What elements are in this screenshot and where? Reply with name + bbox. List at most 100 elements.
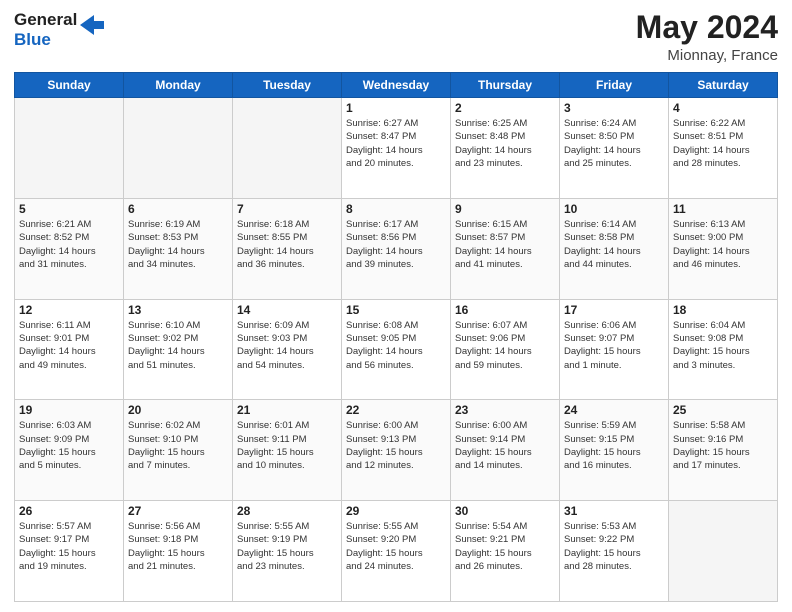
table-row: 5 Sunrise: 6:21 AMSunset: 8:52 PMDaylight… — [15, 198, 124, 299]
day-number: 8 — [346, 202, 446, 216]
col-sunday: Sunday — [15, 73, 124, 98]
calendar-week-row: 5 Sunrise: 6:21 AMSunset: 8:52 PMDaylight… — [15, 198, 778, 299]
table-row: 12 Sunrise: 6:11 AMSunset: 9:01 PMDayligh… — [15, 299, 124, 400]
table-row: 18 Sunrise: 6:04 AMSunset: 9:08 PMDayligh… — [669, 299, 778, 400]
day-number: 28 — [237, 504, 337, 518]
day-info: Sunrise: 5:55 AMSunset: 9:20 PMDaylight:… — [346, 520, 446, 573]
calendar-week-row: 26 Sunrise: 5:57 AMSunset: 9:17 PMDayligh… — [15, 501, 778, 602]
table-row: 1Sunrise: 6:27 AMSunset: 8:47 PMDaylight… — [342, 98, 451, 199]
day-number: 29 — [346, 504, 446, 518]
day-number: 15 — [346, 303, 446, 317]
day-number: 9 — [455, 202, 555, 216]
main-title: May 2024 — [636, 10, 778, 45]
logo-blue: Blue — [14, 30, 77, 50]
table-row: 3 Sunrise: 6:24 AMSunset: 8:50 PMDaylight… — [560, 98, 669, 199]
day-number: 16 — [455, 303, 555, 317]
header: General Blue May 2024 Mionnay, France — [14, 10, 778, 64]
day-number: 30 — [455, 504, 555, 518]
table-row: 9 Sunrise: 6:15 AMSunset: 8:57 PMDaylight… — [451, 198, 560, 299]
day-info: Sunrise: 6:13 AMSunset: 9:00 PMDaylight:… — [673, 218, 773, 271]
day-number: 17 — [564, 303, 664, 317]
day-info: Sunrise: 6:15 AMSunset: 8:57 PMDaylight:… — [455, 218, 555, 271]
day-number: 21 — [237, 403, 337, 417]
table-row: 28 Sunrise: 5:55 AMSunset: 9:19 PMDayligh… — [233, 501, 342, 602]
table-row — [669, 501, 778, 602]
table-row: 8 Sunrise: 6:17 AMSunset: 8:56 PMDaylight… — [342, 198, 451, 299]
day-info: Sunrise: 6:18 AMSunset: 8:55 PMDaylight:… — [237, 218, 337, 271]
day-number: 3 — [564, 101, 664, 115]
table-row: 14 Sunrise: 6:09 AMSunset: 9:03 PMDayligh… — [233, 299, 342, 400]
day-info: Sunrise: 6:17 AMSunset: 8:56 PMDaylight:… — [346, 218, 446, 271]
day-number: 13 — [128, 303, 228, 317]
table-row: 26 Sunrise: 5:57 AMSunset: 9:17 PMDayligh… — [15, 501, 124, 602]
col-wednesday: Wednesday — [342, 73, 451, 98]
table-row: 7Sunrise: 6:18 AMSunset: 8:55 PMDaylight… — [233, 198, 342, 299]
page: General Blue May 2024 Mionnay, France Su… — [0, 0, 792, 612]
table-row — [124, 98, 233, 199]
table-row: 2 Sunrise: 6:25 AMSunset: 8:48 PMDaylight… — [451, 98, 560, 199]
day-info: Sunrise: 6:11 AMSunset: 9:01 PMDaylight:… — [19, 319, 119, 372]
col-monday: Monday — [124, 73, 233, 98]
table-row: 31 Sunrise: 5:53 AMSunset: 9:22 PMDayligh… — [560, 501, 669, 602]
day-number: 11 — [673, 202, 773, 216]
day-info: Sunrise: 5:54 AMSunset: 9:21 PMDaylight:… — [455, 520, 555, 573]
table-row: 17 Sunrise: 6:06 AMSunset: 9:07 PMDayligh… — [560, 299, 669, 400]
day-number: 26 — [19, 504, 119, 518]
calendar-week-row: 1Sunrise: 6:27 AMSunset: 8:47 PMDaylight… — [15, 98, 778, 199]
col-saturday: Saturday — [669, 73, 778, 98]
day-number: 22 — [346, 403, 446, 417]
col-friday: Friday — [560, 73, 669, 98]
table-row: 11 Sunrise: 6:13 AMSunset: 9:00 PMDayligh… — [669, 198, 778, 299]
day-info: Sunrise: 6:00 AMSunset: 9:14 PMDaylight:… — [455, 419, 555, 472]
day-number: 24 — [564, 403, 664, 417]
table-row: 10 Sunrise: 6:14 AMSunset: 8:58 PMDayligh… — [560, 198, 669, 299]
day-number: 20 — [128, 403, 228, 417]
day-info: Sunrise: 5:53 AMSunset: 9:22 PMDaylight:… — [564, 520, 664, 573]
table-row: 30 Sunrise: 5:54 AMSunset: 9:21 PMDayligh… — [451, 501, 560, 602]
day-number: 18 — [673, 303, 773, 317]
day-info: Sunrise: 6:09 AMSunset: 9:03 PMDaylight:… — [237, 319, 337, 372]
day-info: Sunrise: 6:19 AMSunset: 8:53 PMDaylight:… — [128, 218, 228, 271]
calendar-week-row: 19Sunrise: 6:03 AMSunset: 9:09 PMDayligh… — [15, 400, 778, 501]
day-info: Sunrise: 5:55 AMSunset: 9:19 PMDaylight:… — [237, 520, 337, 573]
day-number: 31 — [564, 504, 664, 518]
day-info: Sunrise: 6:00 AMSunset: 9:13 PMDaylight:… — [346, 419, 446, 472]
day-info: Sunrise: 6:03 AMSunset: 9:09 PMDaylight:… — [19, 419, 119, 472]
day-info: Sunrise: 6:21 AMSunset: 8:52 PMDaylight:… — [19, 218, 119, 271]
day-info: Sunrise: 6:07 AMSunset: 9:06 PMDaylight:… — [455, 319, 555, 372]
day-number: 27 — [128, 504, 228, 518]
table-row: 6 Sunrise: 6:19 AMSunset: 8:53 PMDaylight… — [124, 198, 233, 299]
table-row: 15 Sunrise: 6:08 AMSunset: 9:05 PMDayligh… — [342, 299, 451, 400]
day-info: Sunrise: 6:06 AMSunset: 9:07 PMDaylight:… — [564, 319, 664, 372]
day-info: Sunrise: 6:22 AMSunset: 8:51 PMDaylight:… — [673, 117, 773, 170]
day-number: 23 — [455, 403, 555, 417]
day-info: Sunrise: 6:24 AMSunset: 8:50 PMDaylight:… — [564, 117, 664, 170]
logo-general: General — [14, 10, 77, 30]
day-info: Sunrise: 6:10 AMSunset: 9:02 PMDaylight:… — [128, 319, 228, 372]
day-number: 6 — [128, 202, 228, 216]
day-number: 12 — [19, 303, 119, 317]
calendar-week-row: 12 Sunrise: 6:11 AMSunset: 9:01 PMDayligh… — [15, 299, 778, 400]
day-info: Sunrise: 6:08 AMSunset: 9:05 PMDaylight:… — [346, 319, 446, 372]
col-thursday: Thursday — [451, 73, 560, 98]
table-row: 27Sunrise: 5:56 AMSunset: 9:18 PMDayligh… — [124, 501, 233, 602]
day-number: 2 — [455, 101, 555, 115]
calendar-table: Sunday Monday Tuesday Wednesday Thursday… — [14, 72, 778, 602]
table-row: 16 Sunrise: 6:07 AMSunset: 9:06 PMDayligh… — [451, 299, 560, 400]
day-info: Sunrise: 5:57 AMSunset: 9:17 PMDaylight:… — [19, 520, 119, 573]
day-number: 14 — [237, 303, 337, 317]
table-row — [15, 98, 124, 199]
day-number: 10 — [564, 202, 664, 216]
table-row: 25Sunrise: 5:58 AMSunset: 9:16 PMDayligh… — [669, 400, 778, 501]
logo-text-group: General Blue — [14, 10, 77, 49]
day-info: Sunrise: 6:14 AMSunset: 8:58 PMDaylight:… — [564, 218, 664, 271]
day-info: Sunrise: 6:04 AMSunset: 9:08 PMDaylight:… — [673, 319, 773, 372]
day-info: Sunrise: 6:25 AMSunset: 8:48 PMDaylight:… — [455, 117, 555, 170]
day-info: Sunrise: 6:27 AMSunset: 8:47 PMDaylight:… — [346, 117, 446, 170]
day-info: Sunrise: 5:58 AMSunset: 9:16 PMDaylight:… — [673, 419, 773, 472]
day-number: 5 — [19, 202, 119, 216]
title-area: May 2024 Mionnay, France — [636, 10, 778, 64]
day-number: 4 — [673, 101, 773, 115]
table-row: 4 Sunrise: 6:22 AMSunset: 8:51 PMDaylight… — [669, 98, 778, 199]
logo: General Blue — [14, 10, 104, 49]
